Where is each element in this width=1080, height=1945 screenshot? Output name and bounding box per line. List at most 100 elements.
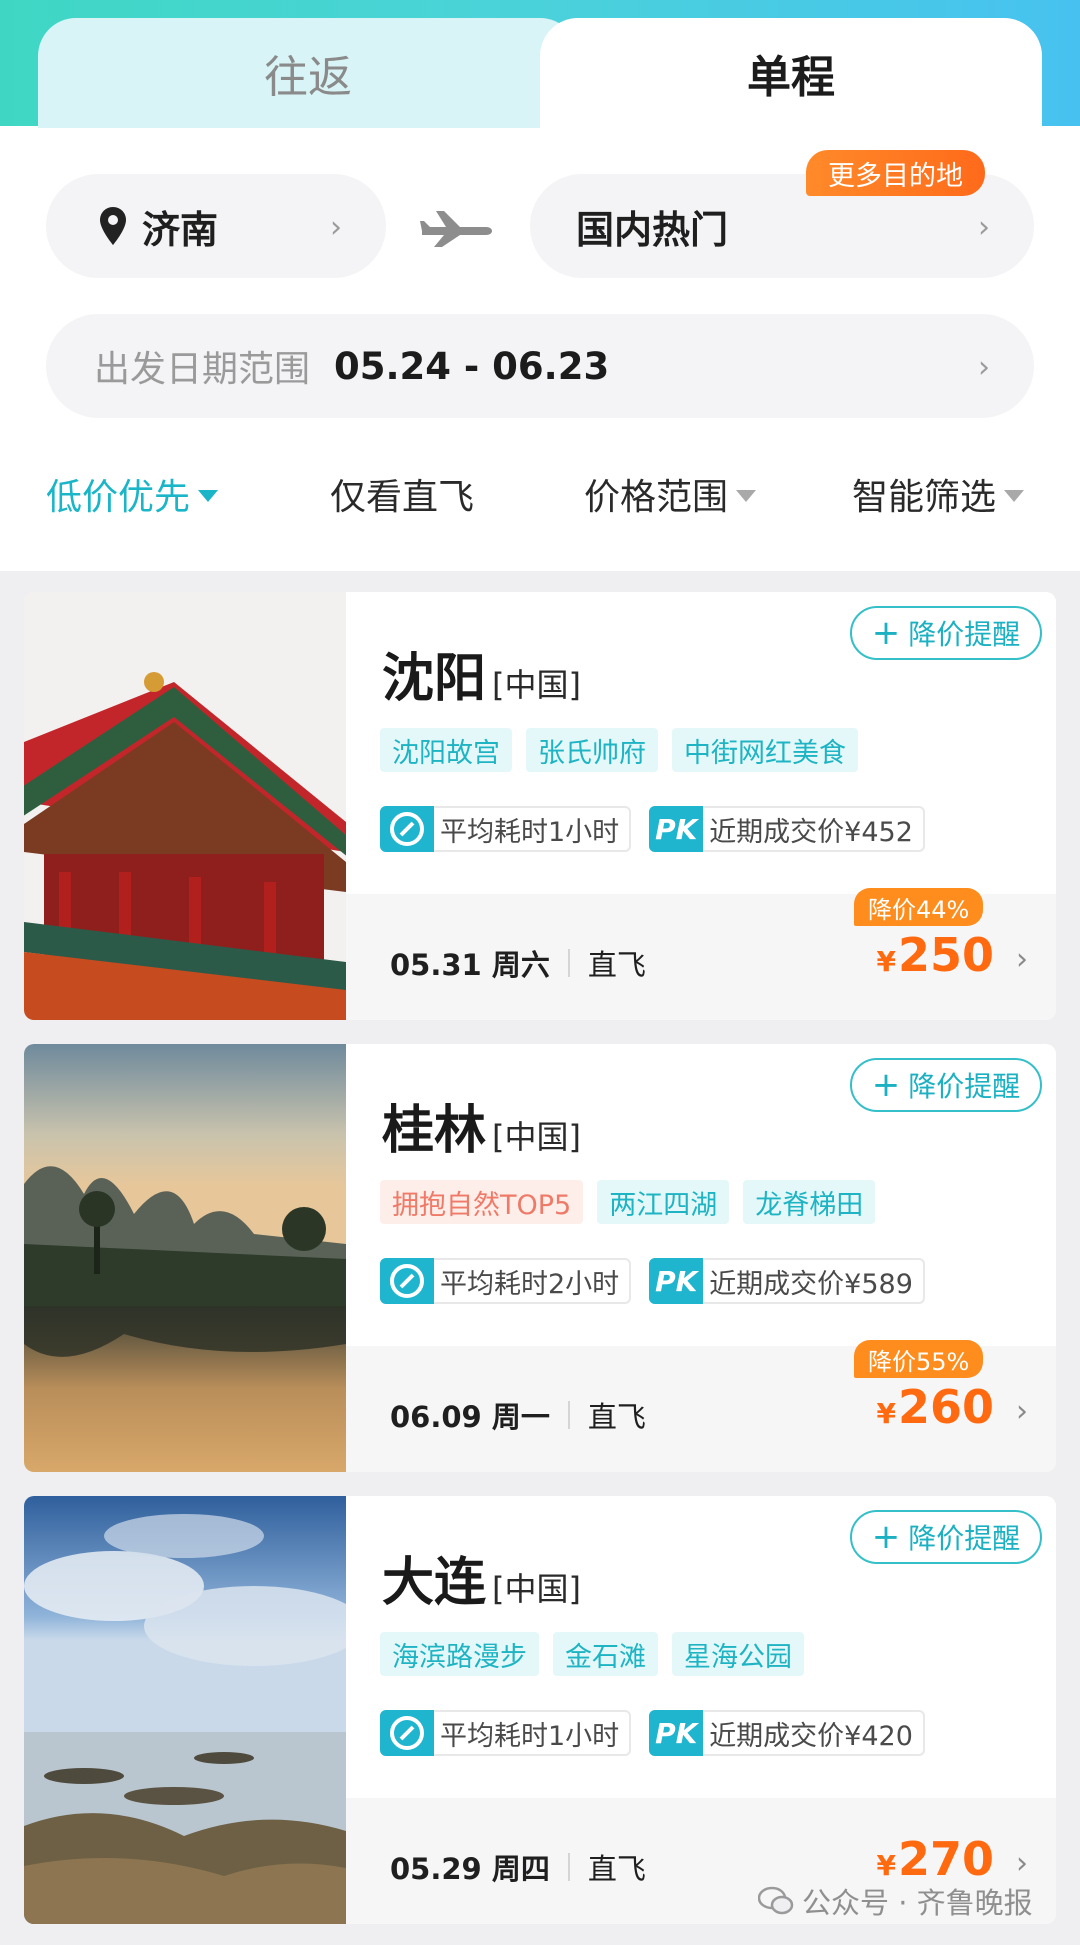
price-alert-label: 降价提醒: [908, 618, 1021, 651]
destination-title: 大连 [中国]: [382, 1540, 581, 1615]
currency-symbol: ¥: [876, 1849, 896, 1882]
destination-city: 桂林: [382, 1101, 487, 1161]
clock-icon: [380, 1258, 434, 1304]
destination-card[interactable]: 桂林 [中国] + 降价提醒 拥抱自然TOP5 两江四湖 龙脊梯田 平均耗时2小时 …: [24, 1044, 1056, 1472]
tag-list: 海滨路漫步 金石滩 星海公园: [380, 1632, 804, 1676]
price-alert-button[interactable]: + 降价提醒: [850, 1058, 1042, 1112]
destination-photo-coast: [24, 1496, 346, 1924]
price-alert-label: 降价提醒: [908, 1522, 1021, 1555]
price-value: 260: [897, 1380, 994, 1434]
flight-type: 直飞: [587, 1852, 646, 1886]
filter-low-price[interactable]: 低价优先: [46, 468, 219, 520]
tag: 中街网红美食: [672, 728, 858, 772]
destination-city: 大连: [382, 1553, 487, 1613]
avg-time-text: 平均耗时1小时: [440, 1720, 620, 1752]
currency-symbol: ¥: [876, 1397, 896, 1430]
flight-date: 05.31 周六: [390, 948, 550, 982]
avg-time-info: 平均耗时1小时: [380, 806, 632, 852]
departure-date-range[interactable]: 出发日期范围 05.24 - 06.23 ›: [46, 314, 1034, 418]
info-row: 平均耗时1小时 PK 近期成交价¥420: [380, 1710, 925, 1756]
recent-price-info: PK 近期成交价¥420: [649, 1710, 925, 1756]
tag-list: 沈阳故宫 张氏帅府 中街网红美食: [380, 728, 858, 772]
from-city-selector[interactable]: 济南 ›: [46, 174, 386, 278]
chevron-right-icon: ›: [978, 210, 990, 245]
filter-smart-label: 智能筛选: [852, 477, 997, 518]
avg-time-info: 平均耗时1小时: [380, 1710, 632, 1756]
filter-price-range[interactable]: 价格范围: [584, 468, 757, 520]
filter-price-range-label: 价格范围: [584, 477, 729, 518]
to-city-label: 国内热门: [576, 207, 729, 252]
caret-down-icon: [198, 490, 219, 502]
tag: 龙脊梯田: [743, 1180, 876, 1224]
destination-photo-karst: [24, 1044, 346, 1472]
clock-icon: [380, 806, 434, 852]
destination-city: 沈阳: [382, 649, 487, 709]
destination-card[interactable]: 沈阳 [中国] + 降价提醒 沈阳故宫 张氏帅府 中街网红美食 平均耗时1小时 PK…: [24, 592, 1056, 1020]
price-alert-label: 降价提醒: [908, 1070, 1021, 1103]
pk-icon: PK: [649, 1710, 704, 1756]
recent-price-text: 近期成交价¥452: [709, 816, 913, 848]
price-value: 250: [897, 928, 994, 982]
watermark: 公众号 · 齐鲁晚报: [758, 1880, 1033, 1922]
info-row: 平均耗时2小时 PK 近期成交价¥589: [380, 1258, 925, 1304]
divider: [567, 949, 570, 977]
flight-type: 直飞: [587, 948, 646, 982]
destination-title: 沈阳 [中国]: [382, 636, 581, 711]
price: ¥250: [876, 928, 994, 982]
airplane-icon: [420, 211, 492, 247]
divider: [567, 1401, 570, 1429]
price-value: 270: [897, 1832, 994, 1886]
flight-date-line: 05.29 周四 直飞: [390, 1846, 646, 1888]
plus-icon: +: [871, 1065, 901, 1105]
avg-time-text: 平均耗时1小时: [440, 816, 620, 848]
chevron-right-icon: ›: [1016, 1846, 1028, 1881]
price: ¥270: [876, 1832, 994, 1886]
tag: 沈阳故宫: [380, 728, 512, 772]
recent-price-text: 近期成交价¥420: [709, 1720, 913, 1752]
wechat-icon: [758, 1886, 794, 1915]
tag: 星海公园: [672, 1632, 804, 1676]
flight-date: 06.09 周一: [390, 1400, 550, 1434]
tag: 两江四湖: [597, 1180, 730, 1224]
filter-low-price-label: 低价优先: [46, 477, 191, 518]
chevron-right-icon: ›: [1016, 1394, 1028, 1429]
destination-card[interactable]: 大连 [中国] + 降价提醒 海滨路漫步 金石滩 星海公园 平均耗时1小时 PK 近…: [24, 1496, 1056, 1924]
pk-icon: PK: [649, 1258, 704, 1304]
tag-list: 拥抱自然TOP5 两江四湖 龙脊梯田: [380, 1180, 876, 1224]
tab-round-trip[interactable]: 往返: [38, 18, 578, 128]
destination-photo-palace: [24, 592, 346, 1020]
chevron-right-icon: ›: [978, 350, 990, 385]
plus-icon: +: [871, 1517, 901, 1557]
tab-one-way[interactable]: 单程: [540, 18, 1042, 128]
chevron-right-icon: ›: [330, 210, 342, 245]
from-city-label: 济南: [142, 207, 219, 252]
filter-direct-only-label: 仅看直飞: [330, 477, 475, 518]
plus-icon: +: [871, 613, 901, 653]
flight-date: 05.29 周四: [390, 1852, 550, 1886]
caret-down-icon: [736, 490, 757, 502]
more-destinations-badge[interactable]: 更多目的地: [806, 150, 985, 196]
filter-smart[interactable]: 智能筛选: [852, 468, 1025, 520]
destination-title: 桂林 [中国]: [382, 1088, 581, 1163]
avg-time-info: 平均耗时2小时: [380, 1258, 632, 1304]
recent-price-info: PK 近期成交价¥589: [649, 1258, 925, 1304]
flight-date-line: 06.09 周一 直飞: [390, 1394, 646, 1436]
info-row: 平均耗时1小时 PK 近期成交价¥452: [380, 806, 925, 852]
destination-country: [中国]: [492, 1118, 581, 1156]
recent-price-info: PK 近期成交价¥452: [649, 806, 925, 852]
tag: 拥抱自然TOP5: [380, 1180, 584, 1224]
date-range-label: 出发日期范围: [94, 349, 311, 390]
filter-bar: 低价优先 仅看直飞 价格范围 智能筛选: [0, 468, 1080, 538]
currency-symbol: ¥: [876, 945, 896, 978]
filter-direct-only[interactable]: 仅看直飞: [330, 468, 474, 520]
divider: [567, 1853, 570, 1881]
price: ¥260: [876, 1380, 994, 1434]
tag: 海滨路漫步: [380, 1632, 539, 1676]
destination-country: [中国]: [492, 1570, 581, 1608]
price-alert-button[interactable]: + 降价提醒: [850, 606, 1042, 660]
pk-icon: PK: [649, 806, 704, 852]
chevron-right-icon: ›: [1016, 942, 1028, 977]
price-alert-button[interactable]: + 降价提醒: [850, 1510, 1042, 1564]
flight-date-line: 05.31 周六 直飞: [390, 942, 646, 984]
recent-price-text: 近期成交价¥589: [709, 1268, 913, 1300]
